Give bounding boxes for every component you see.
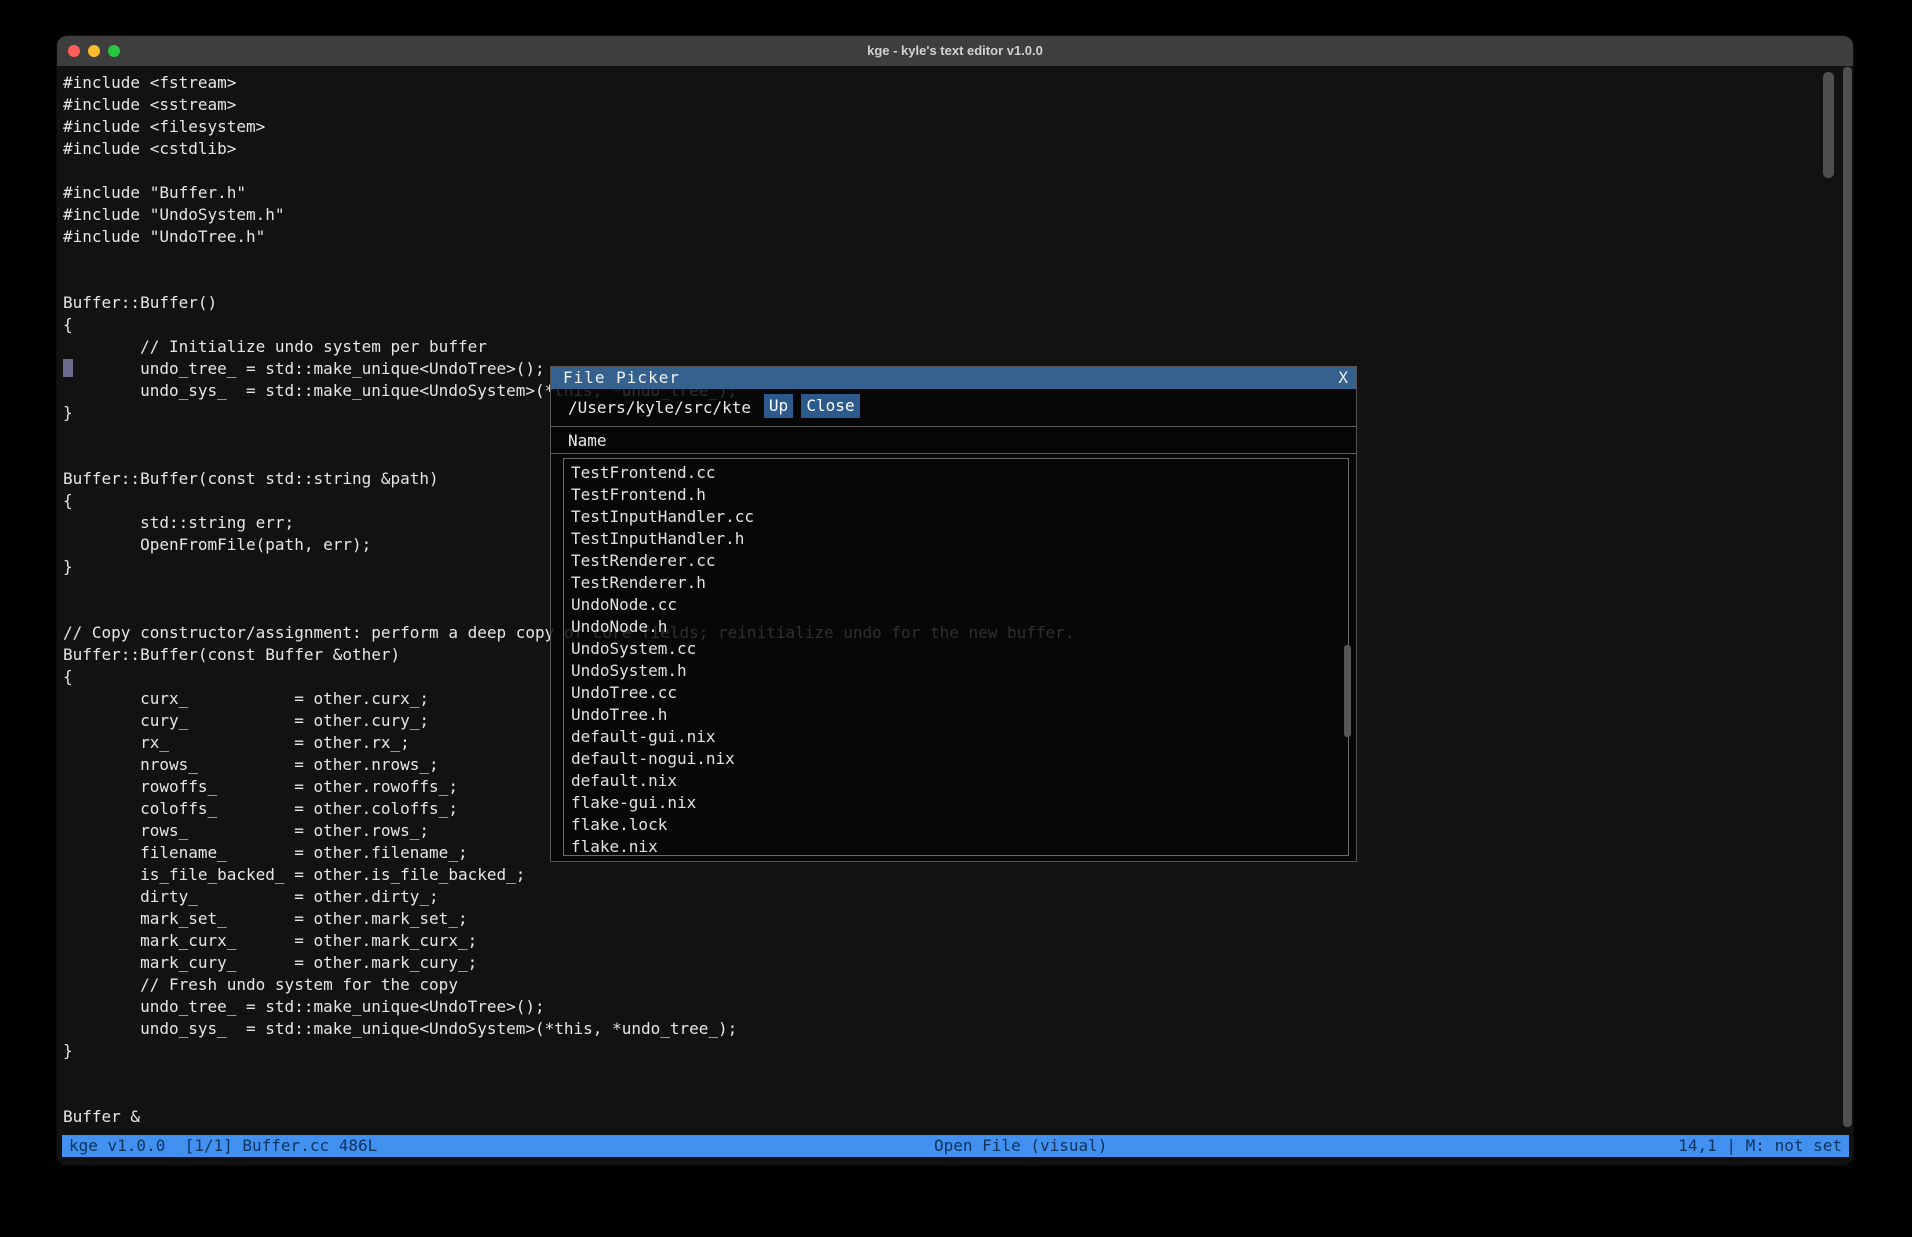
desktop: kge - kyle's text editor v1.0.0 #include… [0, 0, 1912, 1237]
dialog-close-icon[interactable]: X [1338, 367, 1348, 389]
editor-window: kge - kyle's text editor v1.0.0 #include… [57, 36, 1853, 1165]
up-button[interactable]: Up [764, 394, 793, 418]
file-item[interactable]: UndoSystem.h [564, 660, 1348, 682]
file-item[interactable]: flake.lock [564, 814, 1348, 836]
status-cursor-position: 14,1 | M: not set [1678, 1135, 1842, 1157]
file-item[interactable]: flake-gui.nix [564, 792, 1348, 814]
file-item[interactable]: default.nix [564, 770, 1348, 792]
window-title: kge - kyle's text editor v1.0.0 [57, 36, 1853, 66]
file-item[interactable]: default-gui.nix [564, 726, 1348, 748]
file-item[interactable]: TestInputHandler.cc [564, 506, 1348, 528]
text-cursor [63, 359, 73, 377]
file-item[interactable]: TestRenderer.h [564, 572, 1348, 594]
file-item[interactable]: UndoNode.cc [564, 594, 1348, 616]
window-titlebar[interactable]: kge - kyle's text editor v1.0.0 [57, 36, 1853, 66]
column-header-name: Name [568, 431, 607, 451]
file-picker-titlebar[interactable]: File Picker X [551, 367, 1356, 389]
file-item[interactable]: UndoNode.h [564, 616, 1348, 638]
file-list: TestFrontend.ccTestFrontend.hTestInputHa… [563, 458, 1349, 856]
file-item[interactable]: UndoTree.h [564, 704, 1348, 726]
file-item[interactable]: TestFrontend.h [564, 484, 1348, 506]
file-item[interactable]: TestRenderer.cc [564, 550, 1348, 572]
file-item[interactable]: UndoTree.cc [564, 682, 1348, 704]
status-left: kge v1.0.0 [1/1] Buffer.cc 486L [69, 1135, 377, 1157]
file-picker-title: File Picker [563, 367, 680, 389]
editor-scrollbar-thumb[interactable] [1823, 72, 1834, 178]
separator [551, 426, 1356, 427]
status-bar: kge v1.0.0 [1/1] Buffer.cc 486L Open Fil… [62, 1135, 1849, 1157]
current-path: /Users/kyle/src/kte [568, 398, 751, 418]
file-item[interactable]: default-nogui.nix [564, 748, 1348, 770]
window-scrollbar-track[interactable] [1843, 67, 1852, 1127]
file-picker-dialog: File Picker X /Users/kyle/src/kte Up Clo… [550, 366, 1357, 862]
file-item[interactable]: TestFrontend.cc [564, 462, 1348, 484]
file-item[interactable]: UndoSystem.cc [564, 638, 1348, 660]
file-picker-body: /Users/kyle/src/kte Up Close Name TestFr… [551, 389, 1356, 861]
status-mode: Open File (visual) [934, 1135, 1107, 1157]
file-list-scrollbar-thumb[interactable] [1344, 645, 1351, 737]
file-item[interactable]: TestInputHandler.h [564, 528, 1348, 550]
separator [551, 453, 1356, 454]
close-button[interactable]: Close [801, 394, 860, 418]
file-item[interactable]: flake.nix [564, 836, 1348, 856]
